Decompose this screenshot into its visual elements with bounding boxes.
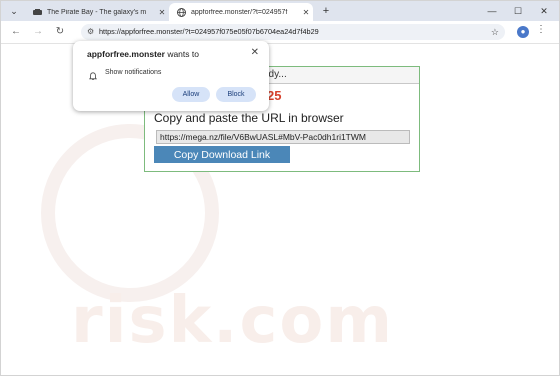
forward-icon[interactable]: → <box>31 25 45 39</box>
popup-site: appforfree.monster <box>87 49 165 59</box>
menu-kebab-icon[interactable]: ⋮ <box>535 24 547 35</box>
profile-avatar-icon[interactable]: ● <box>517 26 529 38</box>
back-icon[interactable]: ← <box>9 25 23 39</box>
notification-permission-popup: appforfree.monster wants to ✕ Show notif… <box>73 41 269 111</box>
copy-download-link-button[interactable]: Copy Download Link <box>154 146 290 163</box>
browser-window: ⌄ The Pirate Bay - The galaxy's m ✕ appf… <box>0 0 560 376</box>
close-window-icon[interactable]: ✕ <box>537 4 551 18</box>
allow-button[interactable]: Allow <box>172 87 210 102</box>
pirate-favicon-icon <box>33 8 42 17</box>
bell-icon <box>89 68 97 80</box>
tab-strip: ⌄ The Pirate Bay - The galaxy's m ✕ appf… <box>1 1 559 21</box>
countdown-timer: 25 <box>267 88 282 103</box>
block-button[interactable]: Block <box>216 87 256 102</box>
close-popup-icon[interactable]: ✕ <box>251 47 259 58</box>
address-bar[interactable]: ⚙ https://appforfree.monster/?t=024957f0… <box>81 24 505 40</box>
popup-title: appforfree.monster wants to <box>87 49 199 59</box>
close-tab-icon[interactable]: ✕ <box>299 8 313 17</box>
tab-appforfree[interactable]: appforfree.monster/?t=024957f ✕ <box>169 3 313 21</box>
site-info-icon[interactable]: ⚙ <box>87 24 94 40</box>
tab-title: The Pirate Bay - The galaxy's m <box>47 8 147 16</box>
maximize-icon[interactable]: ☐ <box>511 4 525 18</box>
globe-favicon-icon <box>177 7 186 17</box>
watermark-text: risk.com <box>71 284 395 358</box>
tab-title: appforfree.monster/?t=024957f <box>191 8 288 16</box>
address-url: https://appforfree.monster/?t=024957f075… <box>99 27 319 36</box>
minimize-icon[interactable]: — <box>485 4 499 18</box>
tab-pirate-bay[interactable]: The Pirate Bay - The galaxy's m ✕ <box>25 3 169 21</box>
permission-label: Show notifications <box>105 69 162 76</box>
close-tab-icon[interactable]: ✕ <box>155 8 169 17</box>
copy-instruction: Copy and paste the URL in browser <box>154 111 344 125</box>
tab-search-icon[interactable]: ⌄ <box>7 4 21 18</box>
new-tab-icon[interactable]: + <box>319 4 333 18</box>
download-url-text: https://mega.nz/file/V6BwUASL#MbV-Pac0dh… <box>160 132 366 142</box>
popup-wants-to: wants to <box>167 49 199 59</box>
bookmark-star-icon[interactable]: ☆ <box>491 24 499 40</box>
download-url-field[interactable]: https://mega.nz/file/V6BwUASL#MbV-Pac0dh… <box>156 130 410 144</box>
reload-icon[interactable]: ↻ <box>53 25 67 39</box>
